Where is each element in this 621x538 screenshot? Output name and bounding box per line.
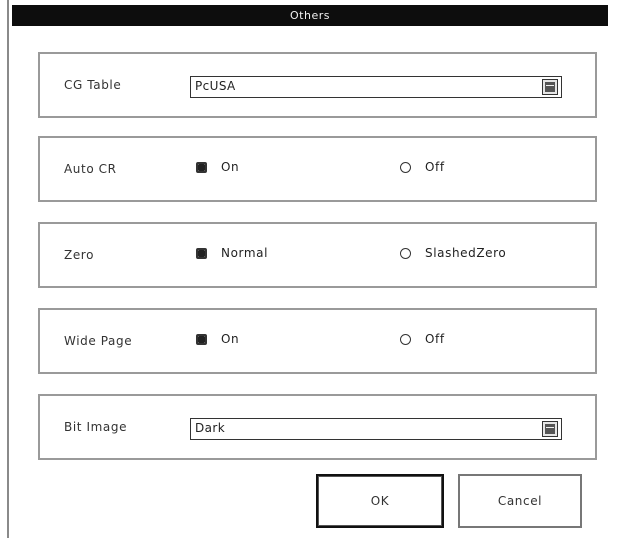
radio-checked-icon [196,161,207,173]
auto-cr-on-radio[interactable]: On [196,160,239,174]
zero-label: Zero [64,248,95,262]
bit-image-label: Bit Image [64,420,128,434]
wide-page-on-radio[interactable]: On [196,332,239,346]
bit-image-value: Dark [195,421,226,435]
auto-cr-label: Auto CR [64,162,117,176]
dialog-title: Others [290,9,330,22]
zero-slashed-label: SlashedZero [425,246,507,260]
zero-normal-label: Normal [221,246,269,260]
zero-normal-radio[interactable]: Normal [196,246,268,260]
cancel-button[interactable]: Cancel [458,474,582,528]
bit-image-select[interactable]: Dark [190,418,562,440]
wide-page-on-label: On [221,332,240,346]
wide-page-off-label: Off [425,332,445,346]
wide-page-off-radio[interactable]: Off [400,332,445,346]
dropdown-arrow-icon[interactable] [542,79,558,95]
auto-cr-off-radio[interactable]: Off [400,160,445,174]
wide-page-label: Wide Page [64,334,133,348]
auto-cr-group: Auto CR On Off [38,136,597,202]
ok-button[interactable]: OK [316,474,444,528]
radio-checked-icon [196,333,207,345]
radio-unchecked-icon [400,333,411,345]
auto-cr-on-label: On [221,160,240,174]
window-left-border [7,0,9,538]
auto-cr-off-label: Off [425,160,445,174]
dropdown-arrow-icon[interactable] [542,421,558,437]
zero-slashed-radio[interactable]: SlashedZero [400,246,506,260]
cancel-button-label: Cancel [497,494,543,508]
wide-page-group: Wide Page On Off [38,308,597,374]
dialog-title-bar: Others [12,5,608,26]
radio-unchecked-icon [400,247,411,259]
cg-table-group: CG Table PcUSA [38,52,597,118]
cg-table-value: PcUSA [195,79,236,93]
radio-checked-icon [196,247,207,259]
bit-image-group: Bit Image Dark [38,394,597,460]
radio-unchecked-icon [400,161,411,173]
cg-table-label: CG Table [64,78,122,92]
zero-group: Zero Normal SlashedZero [38,222,597,288]
cg-table-select[interactable]: PcUSA [190,76,562,98]
ok-button-label: OK [370,494,390,508]
